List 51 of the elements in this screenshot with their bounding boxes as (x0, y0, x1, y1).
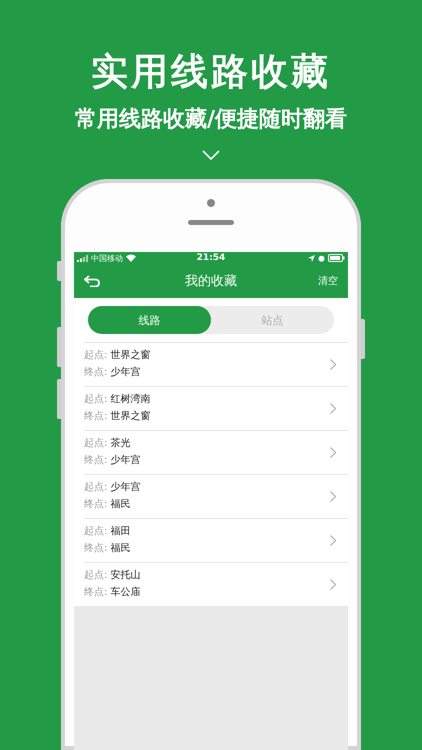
route-item[interactable]: 起点: 福田 终点: 福民 (84, 518, 348, 562)
end-station: 世界之窗 (110, 411, 150, 423)
chevron-right-icon (330, 535, 336, 546)
alarm-icon (318, 254, 325, 262)
subtitle: 常用线路收藏/便捷随时翻看 (74, 106, 348, 134)
field-label: 起点: (84, 438, 108, 450)
field-label: 终点: (84, 543, 108, 555)
field-label: 终点: (84, 455, 108, 467)
back-icon[interactable] (84, 275, 100, 287)
location-icon (308, 254, 315, 262)
chevron-right-icon (330, 359, 336, 370)
start-station: 茶光 (110, 438, 130, 450)
field-label: 终点: (84, 587, 108, 599)
start-station: 红树湾南 (110, 394, 150, 406)
tab[interactable]: 线路 (88, 306, 211, 334)
clock-time: 21:54 (196, 253, 226, 263)
route-item[interactable]: 起点: 红树湾南 终点: 世界之窗 (84, 386, 348, 430)
end-station: 福民 (110, 543, 130, 555)
chevron-right-icon (330, 579, 336, 590)
wifi-icon (126, 254, 136, 262)
signal-icon (77, 254, 88, 262)
field-label: 起点: (84, 394, 108, 406)
camera-icon (207, 199, 215, 207)
end-station: 少年宫 (110, 367, 140, 379)
route-item[interactable]: 起点: 世界之窗 终点: 少年宫 (84, 342, 348, 386)
carrier-name: 中国移动 (91, 252, 123, 264)
field-label: 起点: (84, 570, 108, 582)
start-station: 福田 (110, 526, 130, 538)
field-label: 起点: (84, 526, 108, 538)
battery-icon (328, 254, 345, 262)
clear-button[interactable]: 清空 (318, 274, 338, 288)
field-label: 起点: (84, 482, 108, 494)
field-label: 终点: (84, 499, 108, 511)
start-station: 安托山 (110, 570, 140, 582)
field-label: 终点: (84, 367, 108, 379)
speaker-icon (188, 220, 234, 225)
start-station: 少年宫 (110, 482, 140, 494)
route-item[interactable]: 起点: 少年宫 终点: 福民 (84, 474, 348, 518)
headline: 实用线路收藏 (91, 50, 331, 94)
chevron-right-icon (330, 403, 336, 414)
field-label: 起点: (84, 350, 108, 362)
route-item[interactable]: 起点: 茶光 终点: 少年宫 (84, 430, 348, 474)
end-station: 车公庙 (110, 587, 140, 599)
chevron-right-icon (330, 447, 336, 458)
chevron-right-icon (330, 491, 336, 502)
end-station: 福民 (110, 499, 130, 511)
start-station: 世界之窗 (110, 350, 150, 362)
screen-title: 我的收藏 (185, 273, 237, 290)
end-station: 少年宫 (110, 455, 140, 467)
field-label: 终点: (84, 411, 108, 423)
chevron-down-icon (202, 150, 220, 160)
